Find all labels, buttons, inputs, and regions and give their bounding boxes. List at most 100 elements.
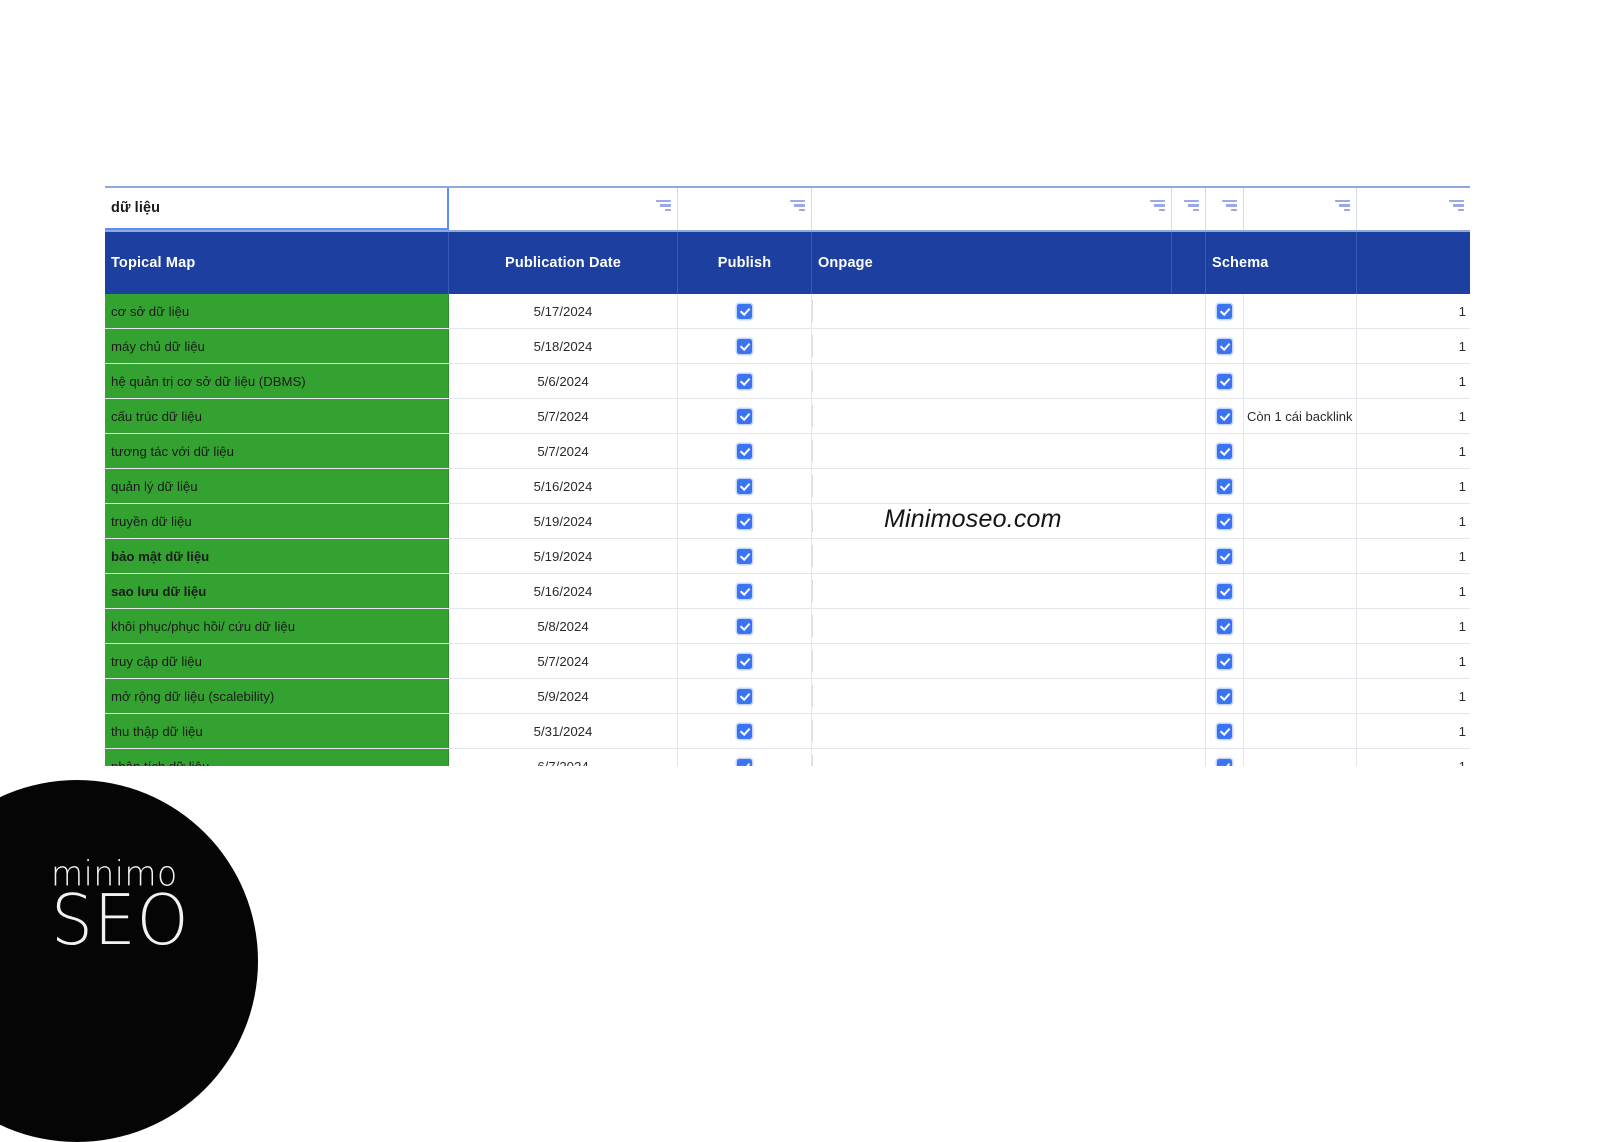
cell-note[interactable]: Còn 1 cái backlink [1244, 399, 1357, 433]
cell-publish[interactable] [678, 399, 812, 433]
cell-publication-date[interactable]: 5/9/2024 [449, 679, 678, 713]
cell-publish[interactable] [678, 294, 812, 328]
checkbox-checked-icon[interactable] [1217, 618, 1232, 634]
column-header-onpage[interactable]: Onpage [812, 232, 1172, 294]
cell-publish[interactable] [678, 749, 812, 766]
cell-count[interactable]: 1 [1357, 504, 1470, 538]
cell-topical-map[interactable]: cơ sở dữ liệu [105, 294, 449, 328]
cell-onpage[interactable] [812, 364, 1172, 398]
table-row[interactable]: mở rộng dữ liệu (scalebility) 5/9/2024 1 [105, 679, 1470, 714]
cell-onpage[interactable] [812, 294, 1172, 328]
cell-topical-map[interactable]: sao lưu dữ liệu [105, 574, 449, 608]
cell-schema[interactable] [1206, 434, 1244, 468]
cell-topical-map[interactable]: quản lý dữ liệu [105, 469, 449, 503]
cell-schema[interactable] [1206, 609, 1244, 643]
cell-schema[interactable] [1206, 539, 1244, 573]
filter-icon-schema[interactable] [1221, 200, 1237, 215]
column-header-blank-1[interactable] [1172, 232, 1206, 294]
active-cell-namebox[interactable]: dữ liệu [105, 188, 449, 230]
cell-publish[interactable] [678, 539, 812, 573]
filter-icon-onpage[interactable] [1149, 200, 1165, 215]
table-row[interactable]: cấu trúc dữ liệu 5/7/2024 Còn 1 cái backli… [105, 399, 1470, 434]
cell-onpage[interactable] [812, 329, 1172, 363]
checkbox-checked-icon[interactable] [1217, 443, 1232, 459]
spreadsheet-table[interactable]: dữ liệu Topical Map Publication Date Pub… [105, 186, 1470, 766]
cell-onpage[interactable] [812, 434, 1172, 468]
cell-publish[interactable] [678, 469, 812, 503]
column-header-schema[interactable]: Schema [1206, 232, 1357, 294]
cell-count[interactable]: 1 [1357, 434, 1470, 468]
checkbox-checked-icon[interactable] [1217, 408, 1232, 424]
cell-blank-1[interactable] [1172, 574, 1206, 608]
cell-onpage[interactable] [812, 609, 1172, 643]
cell-count[interactable]: 1 [1357, 469, 1470, 503]
checkbox-checked-icon[interactable] [1217, 338, 1232, 354]
checkbox-checked-icon[interactable] [1217, 583, 1232, 599]
cell-count[interactable]: 1 [1357, 399, 1470, 433]
cell-publication-date[interactable]: 5/16/2024 [449, 469, 678, 503]
cell-note[interactable] [1244, 469, 1357, 503]
cell-topical-map[interactable]: thu thập dữ liệu [105, 714, 449, 748]
cell-publication-date[interactable]: 5/19/2024 [449, 504, 678, 538]
cell-blank-1[interactable] [1172, 504, 1206, 538]
checkbox-checked-icon[interactable] [1217, 688, 1232, 704]
cell-blank-1[interactable] [1172, 749, 1206, 766]
table-row[interactable]: tương tác với dữ liệu 5/7/2024 1 [105, 434, 1470, 469]
checkbox-checked-icon[interactable] [737, 513, 752, 529]
cell-publication-date[interactable]: 5/19/2024 [449, 539, 678, 573]
cell-count[interactable]: 1 [1357, 679, 1470, 713]
cell-note[interactable] [1244, 504, 1357, 538]
cell-note[interactable] [1244, 539, 1357, 573]
cell-onpage[interactable] [812, 749, 1172, 766]
cell-topical-map[interactable]: truyền dữ liệu [105, 504, 449, 538]
cell-schema[interactable] [1206, 574, 1244, 608]
checkbox-checked-icon[interactable] [737, 443, 752, 459]
cell-publish[interactable] [678, 679, 812, 713]
cell-note[interactable] [1244, 434, 1357, 468]
cell-schema[interactable] [1206, 399, 1244, 433]
cell-topical-map[interactable]: mở rộng dữ liệu (scalebility) [105, 679, 449, 713]
cell-topical-map[interactable]: hệ quản trị cơ sở dữ liệu (DBMS) [105, 364, 449, 398]
cell-publication-date[interactable]: 5/17/2024 [449, 294, 678, 328]
checkbox-checked-icon[interactable] [737, 408, 752, 424]
cell-schema[interactable] [1206, 749, 1244, 766]
cell-note[interactable] [1244, 644, 1357, 678]
column-header-topical-map[interactable]: Topical Map [105, 232, 449, 294]
cell-publication-date[interactable]: 5/7/2024 [449, 434, 678, 468]
table-row[interactable]: quản lý dữ liệu 5/16/2024 1 [105, 469, 1470, 504]
cell-publication-date[interactable]: 5/8/2024 [449, 609, 678, 643]
cell-onpage[interactable] [812, 679, 1172, 713]
checkbox-checked-icon[interactable] [737, 758, 752, 766]
cell-note[interactable] [1244, 364, 1357, 398]
cell-schema[interactable] [1206, 714, 1244, 748]
checkbox-checked-icon[interactable] [1217, 513, 1232, 529]
column-header-publication-date[interactable]: Publication Date [449, 232, 678, 294]
cell-note[interactable] [1244, 609, 1357, 643]
cell-publication-date[interactable]: 5/18/2024 [449, 329, 678, 363]
table-row[interactable]: truy cập dữ liệu 5/7/2024 1 [105, 644, 1470, 679]
cell-publication-date[interactable]: 5/7/2024 [449, 399, 678, 433]
cell-publish[interactable] [678, 574, 812, 608]
cell-schema[interactable] [1206, 364, 1244, 398]
cell-publish[interactable] [678, 364, 812, 398]
cell-publication-date[interactable]: 5/6/2024 [449, 364, 678, 398]
cell-publication-date[interactable]: 6/7/2024 [449, 749, 678, 766]
table-row[interactable]: khôi phục/phục hồi/ cứu dữ liệu 5/8/2024 1 [105, 609, 1470, 644]
cell-count[interactable]: 1 [1357, 539, 1470, 573]
cell-onpage[interactable] [812, 644, 1172, 678]
cell-onpage[interactable] [812, 714, 1172, 748]
cell-blank-1[interactable] [1172, 644, 1206, 678]
cell-count[interactable]: 1 [1357, 364, 1470, 398]
cell-onpage[interactable] [812, 539, 1172, 573]
cell-count[interactable]: 1 [1357, 609, 1470, 643]
cell-blank-1[interactable] [1172, 539, 1206, 573]
cell-schema[interactable] [1206, 504, 1244, 538]
table-row[interactable]: thu thập dữ liệu 5/31/2024 1 [105, 714, 1470, 749]
filter-icon-publication-date[interactable] [655, 200, 671, 215]
table-row[interactable]: bảo mật dữ liệu 5/19/2024 1 [105, 539, 1470, 574]
checkbox-checked-icon[interactable] [737, 373, 752, 389]
table-row[interactable]: hệ quản trị cơ sở dữ liệu (DBMS) 5/6/2024… [105, 364, 1470, 399]
cell-schema[interactable] [1206, 294, 1244, 328]
cell-schema[interactable] [1206, 679, 1244, 713]
cell-topical-map[interactable]: truy cập dữ liệu [105, 644, 449, 678]
